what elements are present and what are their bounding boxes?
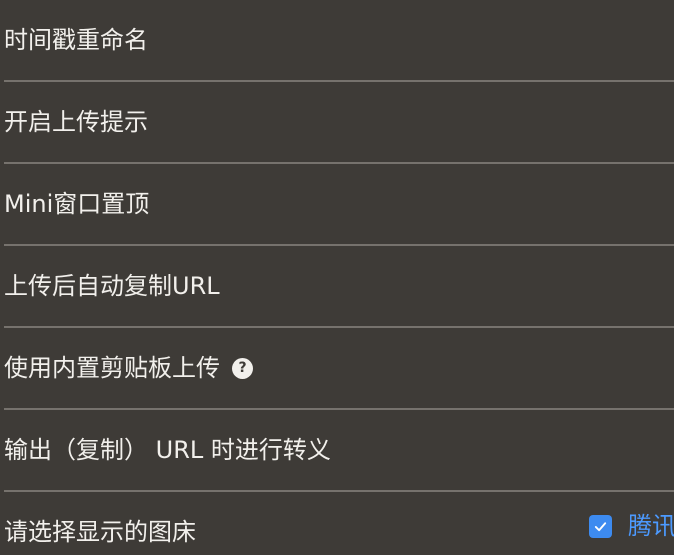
- help-icon[interactable]: ?: [232, 357, 253, 379]
- checkbox-checked[interactable]: [589, 514, 612, 538]
- setting-row-escape-url: 输出（复制） URL 时进行转义: [0, 410, 674, 492]
- setting-label: 输出（复制） URL 时进行转义: [4, 436, 331, 464]
- setting-label: 开启上传提示: [4, 108, 148, 136]
- setting-label: 上传后自动复制URL: [4, 272, 220, 300]
- host-label[interactable]: 腾讯: [628, 512, 674, 540]
- setting-row-timestamp-rename: 时间戳重命名: [0, 0, 674, 82]
- setting-row-select-hosts: 请选择显示的图床: [0, 492, 674, 555]
- host-option-tencent[interactable]: 腾讯: [589, 512, 674, 540]
- checkmark-icon: [594, 521, 607, 531]
- setting-row-mini-window-top: Mini窗口置顶: [0, 164, 674, 246]
- setting-label: Mini窗口置顶: [4, 190, 150, 218]
- setting-row-auto-copy-url: 上传后自动复制URL: [0, 246, 674, 328]
- setting-row-builtin-clipboard: 使用内置剪贴板上传 ?: [0, 328, 674, 410]
- setting-label: 使用内置剪贴板上传: [4, 354, 220, 382]
- settings-list: 时间戳重命名 开启上传提示 Mini窗口置顶 上传后自动复制URL 使用内置剪贴…: [0, 0, 674, 555]
- setting-label-container: 使用内置剪贴板上传 ?: [4, 352, 253, 384]
- setting-label: 时间戳重命名: [4, 26, 148, 54]
- setting-label: 请选择显示的图床: [4, 518, 196, 546]
- setting-row-upload-notification: 开启上传提示: [0, 82, 674, 164]
